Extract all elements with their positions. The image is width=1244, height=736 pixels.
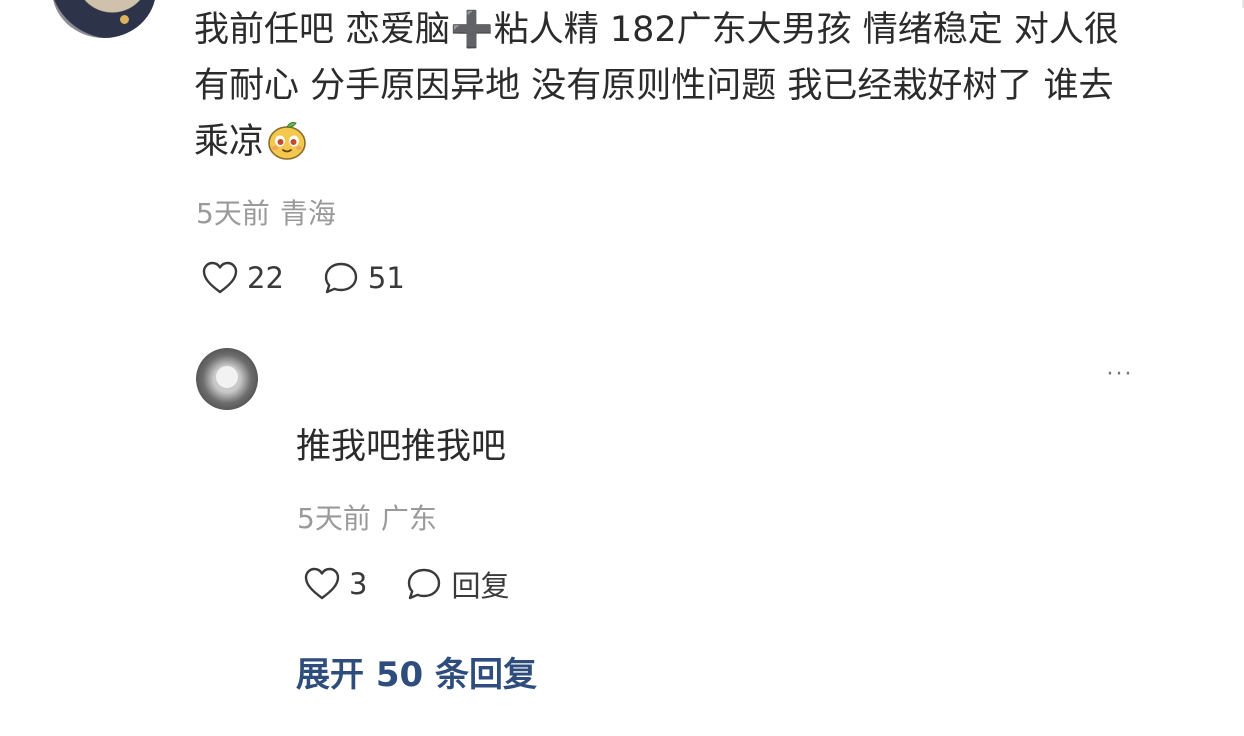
like-count: 22 (247, 261, 284, 295)
badge-icon (120, 15, 129, 24)
more-button[interactable]: ··· (1100, 360, 1140, 390)
reply-actions: 3 回复 (303, 563, 509, 605)
mango-face-emoji-icon (266, 119, 308, 161)
comment-actions: 22 51 (201, 260, 405, 296)
comment-count: 51 (367, 261, 405, 295)
expand-replies-link[interactable]: 展开 50 条回复 (296, 647, 537, 696)
reply-avatar[interactable] (196, 348, 258, 410)
reply-meta: 5天前 广东 (297, 497, 437, 537)
speech-bubble-icon[interactable] (405, 566, 443, 602)
comment-text: 我前任吧 恋爱脑➕粘人精 182广东大男孩 情绪稳定 对人很有耐心 分手原因异地… (194, 2, 1144, 170)
cat-icon (216, 366, 238, 388)
reply-text: 推我吧推我吧 (296, 427, 507, 467)
reply-time: 5天前 (297, 502, 371, 535)
reply-button[interactable]: 回复 (451, 563, 509, 605)
reply-like-count: 3 (349, 567, 368, 601)
comment-body: 我前任吧 恋爱脑➕粘人精 182广东大男孩 情绪稳定 对人很有耐心 分手原因异地… (194, 10, 1119, 162)
comment-thread: 我前任吧 恋爱脑➕粘人精 182广东大男孩 情绪稳定 对人很有耐心 分手原因异地… (0, 0, 1244, 736)
comment-time: 5天前 (196, 197, 270, 230)
comment-meta: 5天前 青海 (196, 192, 336, 232)
speech-bubble-icon[interactable] (322, 260, 360, 296)
comment-location: 青海 (279, 197, 336, 230)
heart-icon[interactable] (201, 260, 239, 296)
heart-icon[interactable] (303, 566, 341, 602)
reply-location: 广东 (380, 502, 437, 535)
avatar[interactable] (52, 0, 156, 38)
